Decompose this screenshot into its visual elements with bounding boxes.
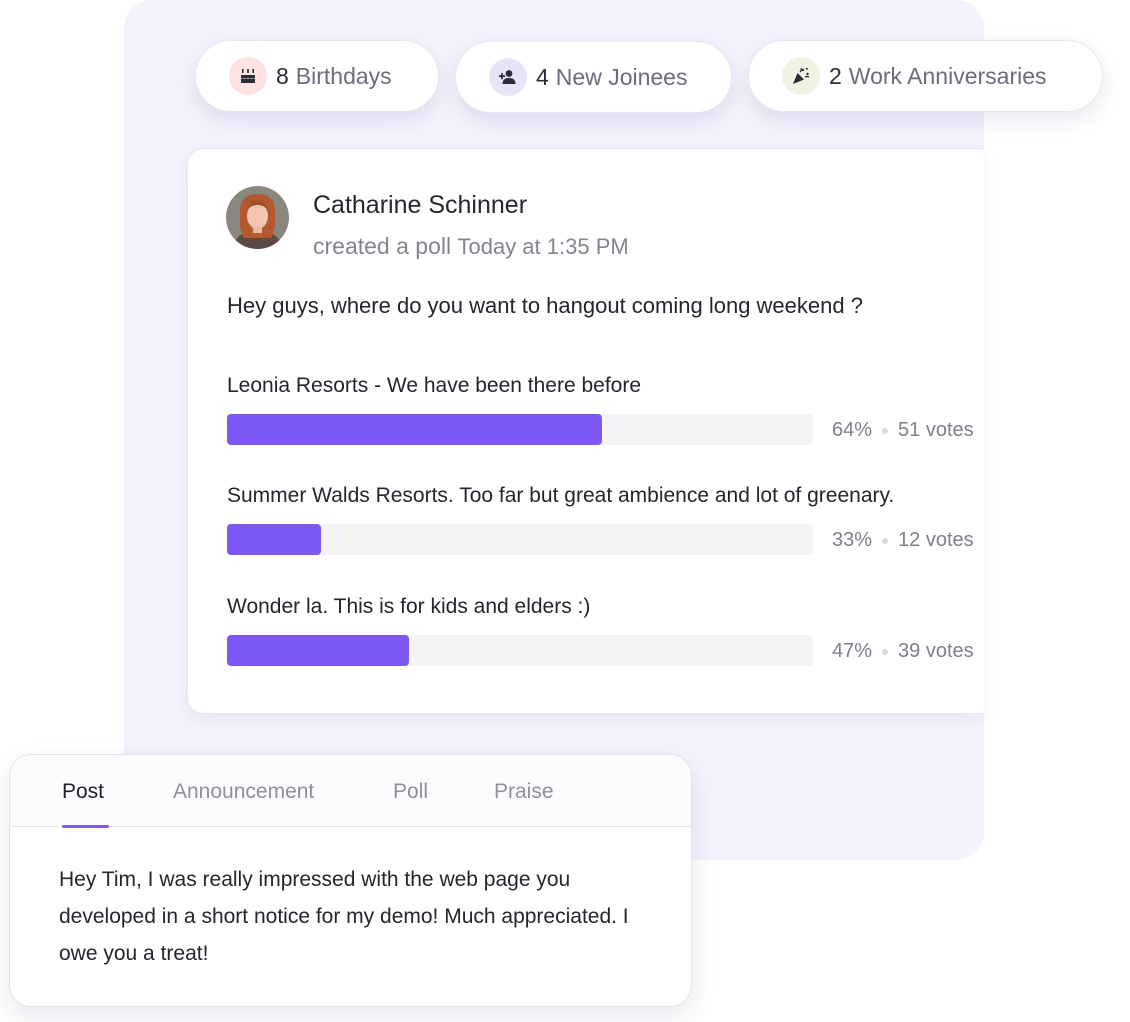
poll-option-label: Wonder la. This is for kids and elders :… [227, 595, 591, 618]
poll-option[interactable]: Leonia Resorts - We have been there befo… [227, 374, 987, 445]
poll-progress-fill [227, 524, 321, 555]
poll-option-stats: 33% 12 votes [832, 529, 974, 552]
work-anniversaries-label: Work Anniversaries [848, 62, 1047, 89]
tab-praise[interactable]: Praise [494, 780, 554, 804]
work-anniversaries-chip[interactable]: 2 Work Anniversaries [748, 40, 1103, 112]
poll-option[interactable]: Summer Walds Resorts. Too far but great … [227, 484, 987, 555]
tab-announcement[interactable]: Announcement [173, 780, 314, 804]
poll-option-label: Leonia Resorts - We have been there befo… [227, 374, 642, 397]
poll-option-votes: 51 votes [898, 419, 974, 441]
poll-option-percent: 33% [832, 529, 873, 551]
poll-progress-track [227, 414, 813, 445]
work-anniversaries-count: 2 [829, 62, 842, 89]
poll-card: Catharine Schinner created a poll Today … [187, 148, 984, 714]
birthdays-count: 8 [276, 62, 289, 89]
poll-author[interactable]: Catharine Schinner [313, 191, 527, 220]
avatar[interactable] [226, 186, 289, 249]
tab-poll[interactable]: Poll [393, 780, 428, 804]
separator-dot [882, 648, 889, 655]
poll-option-percent: 64% [832, 419, 873, 441]
poll-option-votes: 39 votes [898, 640, 974, 662]
separator-dot [882, 537, 889, 544]
new-joinees-count: 4 [536, 63, 549, 90]
poll-question: Hey guys, where do you want to hangout c… [227, 293, 863, 318]
composer-textarea[interactable]: Hey Tim, I was really impressed with the… [59, 861, 659, 972]
poll-progress-fill [227, 635, 409, 666]
new-joinees-label: New Joinees [555, 63, 688, 90]
add-user-icon [489, 58, 527, 96]
new-joinees-chip[interactable]: 4 New Joinees [455, 41, 732, 113]
cake-icon [229, 57, 267, 95]
separator-dot [882, 427, 889, 434]
poll-option-votes: 12 votes [898, 529, 974, 551]
composer-card: Post Announcement Poll Praise Hey Tim, I… [9, 754, 692, 1007]
poll-timestamp: Today at 1:35 PM [457, 234, 629, 259]
poll-progress-track [227, 635, 813, 666]
poll-option-percent: 47% [832, 640, 873, 662]
poll-option-stats: 47% 39 votes [832, 640, 974, 663]
stage: 8 Birthdays 4 New Joinees 2 Work Anniver… [0, 0, 1130, 1022]
composer-tabs: Post Announcement Poll Praise [10, 755, 691, 828]
active-tab-indicator [62, 825, 109, 828]
poll-option[interactable]: Wonder la. This is for kids and elders :… [227, 595, 987, 666]
tab-post[interactable]: Post [62, 780, 104, 804]
poll-progress-track [227, 524, 813, 555]
poll-option-label: Summer Walds Resorts. Too far but great … [227, 484, 895, 507]
birthdays-label: Birthdays [295, 62, 392, 89]
poll-progress-fill [227, 414, 603, 445]
poll-meta: created a poll Today at 1:35 PM [313, 233, 629, 260]
poll-option-stats: 64% 51 votes [832, 419, 974, 442]
birthdays-chip[interactable]: 8 Birthdays [195, 40, 439, 112]
poll-action: created a poll [313, 233, 452, 259]
party-popper-icon [782, 57, 820, 95]
